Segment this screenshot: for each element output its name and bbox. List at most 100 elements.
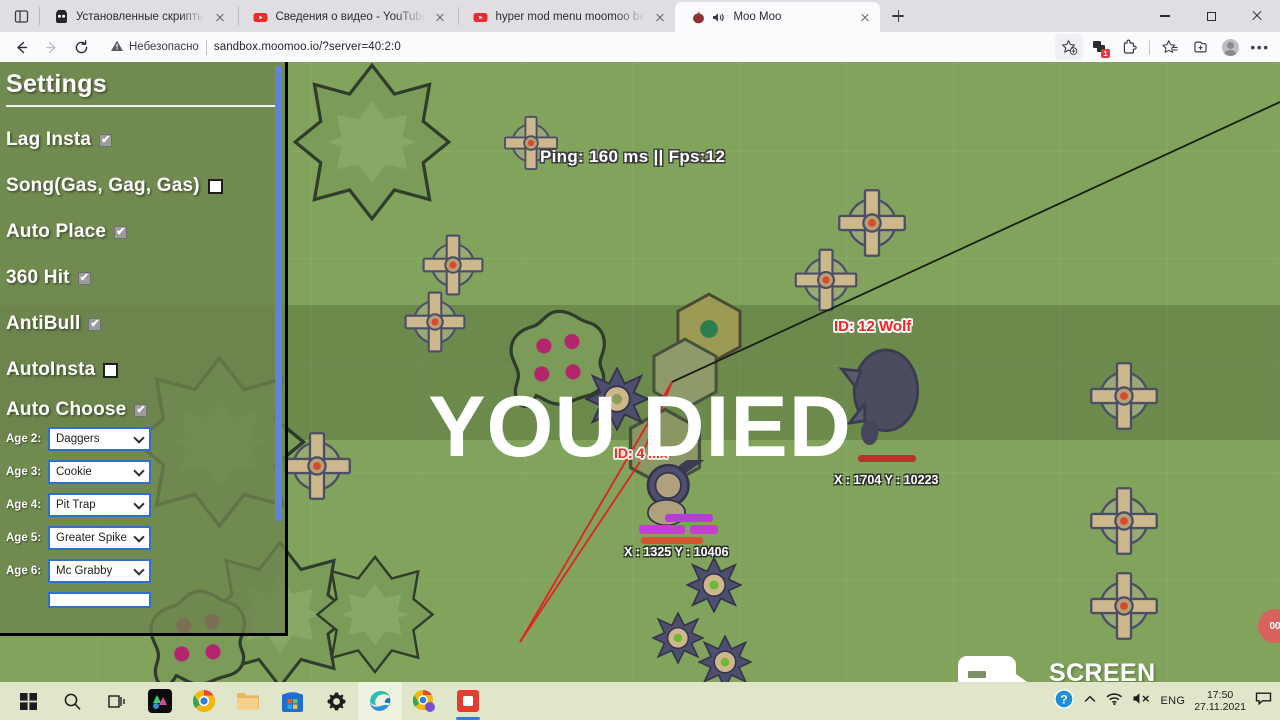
age-row-next-partial[interactable] <box>6 592 275 608</box>
browser-tab[interactable]: hyper mod menu moomoo best <box>462 2 675 32</box>
close-icon[interactable] <box>212 9 228 25</box>
close-window-button[interactable] <box>1234 0 1280 32</box>
chevron-down-icon <box>133 531 145 543</box>
volume-muted-icon[interactable] <box>1132 691 1151 711</box>
extensions-icon[interactable] <box>1115 34 1143 60</box>
watermark-line-1: SCREEN <box>1049 659 1156 682</box>
toolbar-divider <box>1149 39 1150 55</box>
task-view-icon[interactable] <box>94 682 138 720</box>
chrome-canary-icon[interactable] <box>402 682 446 720</box>
add-favorite-icon[interactable] <box>1055 34 1083 60</box>
settings-gear-icon[interactable] <box>314 682 358 720</box>
setting-label: Auto Choose <box>6 399 127 420</box>
browser-tab[interactable]: Установленные скрипты <box>43 2 235 32</box>
maximize-button[interactable] <box>1188 0 1234 32</box>
setting-label: 360 Hit <box>6 267 70 288</box>
checkbox-auto-place[interactable] <box>114 225 128 239</box>
checkbox-autoinsta[interactable] <box>103 362 119 378</box>
window-controls <box>1142 0 1280 32</box>
ping-fps-status: Ping: 160 ms || Fps:12 <box>540 147 726 166</box>
help-question-icon[interactable]: ? <box>1054 688 1075 714</box>
setting-360-hit[interactable]: 360 Hit <box>6 255 275 301</box>
panel-title: Settings <box>6 70 108 98</box>
panel-scrollbar[interactable] <box>275 66 282 521</box>
wifi-icon[interactable] <box>1106 691 1123 711</box>
age-7-select[interactable] <box>48 592 151 608</box>
omnibox-divider <box>205 39 207 55</box>
not-secure-warning[interactable]: Небезопасно <box>110 39 199 56</box>
show-hidden-icons-chevron[interactable] <box>1083 692 1097 711</box>
windmill-object <box>1090 487 1158 555</box>
close-icon[interactable] <box>857 9 873 25</box>
start-button[interactable] <box>6 682 50 720</box>
back-button[interactable] <box>6 34 36 60</box>
age-row-2[interactable]: Age 2: Daggers <box>6 427 275 451</box>
setting-autoinsta[interactable]: AutoInsta <box>6 347 275 393</box>
address-bar[interactable]: Небезопасно sandbox.moomoo.io/?server=40… <box>104 35 1049 59</box>
setting-label: Song(Gas, Gag, Gas) <box>6 175 200 196</box>
age-row-6[interactable]: Age 6: Mc Grabby <box>6 559 275 583</box>
age-6-select[interactable]: Mc Grabby <box>48 559 151 583</box>
file-explorer-icon[interactable] <box>226 682 270 720</box>
profile-avatar[interactable] <box>1216 34 1244 60</box>
clock[interactable]: 17:50 27.11.2021 <box>1194 689 1246 714</box>
setting-label: Auto Place <box>6 221 107 242</box>
favorites-icon[interactable] <box>1156 34 1184 60</box>
clock-date: 27.11.2021 <box>1194 701 1246 713</box>
windows-taskbar: ? ENG 17:50 27.11.2021 <box>0 682 1280 720</box>
tab-audio-playing-icon[interactable] <box>711 10 726 25</box>
reload-button[interactable] <box>66 34 96 60</box>
tab-title: Moo Moo <box>733 11 782 23</box>
browser-tab[interactable]: Сведения о видео - YouTube St <box>242 2 455 32</box>
collections-badge-icon[interactable]: 1 <box>1085 34 1113 60</box>
setting-label: AutoInsta <box>6 359 96 380</box>
windmill-object <box>1090 572 1158 640</box>
tab-search-button[interactable] <box>6 2 36 30</box>
minimize-button[interactable] <box>1142 0 1188 32</box>
setting-lag-insta[interactable]: Lag Insta <box>6 117 275 163</box>
checkbox-song[interactable] <box>207 178 223 194</box>
clock-time: 17:50 <box>1206 688 1234 701</box>
age-label: Age 5: <box>6 532 42 544</box>
age-row-4[interactable]: Age 4: Pit Trap <box>6 493 275 517</box>
notification-icon[interactable] <box>1255 691 1272 711</box>
close-icon[interactable] <box>652 9 668 25</box>
mod-menu-settings-panel[interactable]: Settings Lag Insta Song(Gas, Gag, Gas) A… <box>0 62 288 636</box>
video-camera-icon <box>958 656 1036 682</box>
age-2-select[interactable]: Daggers <box>48 427 151 451</box>
health-bar-mid-left <box>639 525 685 534</box>
new-tab-button[interactable] <box>884 2 912 30</box>
chrome-icon[interactable] <box>182 682 226 720</box>
checkbox-antibull[interactable] <box>88 317 102 331</box>
recorder-icon[interactable] <box>446 682 490 720</box>
microsoft-store-icon[interactable] <box>270 682 314 720</box>
app-icon-colorful[interactable] <box>138 682 182 720</box>
edge-icon[interactable] <box>358 682 402 720</box>
select-value: Pit Trap <box>56 499 96 511</box>
setting-auto-place[interactable]: Auto Place <box>6 209 275 255</box>
age-3-select[interactable]: Cookie <box>48 460 151 484</box>
setting-label: AntiBull <box>6 313 81 334</box>
close-icon[interactable] <box>432 9 448 25</box>
windmill-object <box>404 291 466 353</box>
search-icon[interactable] <box>50 682 94 720</box>
spike-object <box>698 635 752 682</box>
age-5-select[interactable]: Greater Spike <box>48 526 151 550</box>
panel-divider <box>6 105 275 107</box>
tab-actions-icon[interactable] <box>1186 34 1214 60</box>
more-options-icon[interactable]: ••• <box>1246 34 1274 60</box>
browser-tab-active[interactable]: Moo Moo <box>675 2 881 32</box>
language-indicator[interactable]: ENG <box>1160 695 1185 707</box>
checkbox-lag-insta[interactable] <box>99 133 113 147</box>
checkbox-auto-choose[interactable] <box>134 403 148 417</box>
age-4-select[interactable]: Pit Trap <box>48 493 151 517</box>
browser-chrome: Установленные скрипты Сведения о видео -… <box>0 0 1280 62</box>
age-row-5[interactable]: Age 5: Greater Spike <box>6 526 275 550</box>
checkbox-360-hit[interactable] <box>77 271 91 285</box>
entity-label-wolf: ID: 12 Wolf <box>834 318 912 335</box>
tab-title: Сведения о видео - YouTube St <box>275 11 426 23</box>
setting-auto-choose[interactable]: Auto Choose <box>6 393 275 427</box>
setting-song[interactable]: Song(Gas, Gag, Gas) <box>6 163 275 209</box>
age-row-3[interactable]: Age 3: Cookie <box>6 460 275 484</box>
setting-antibull[interactable]: AntiBull <box>6 301 275 347</box>
